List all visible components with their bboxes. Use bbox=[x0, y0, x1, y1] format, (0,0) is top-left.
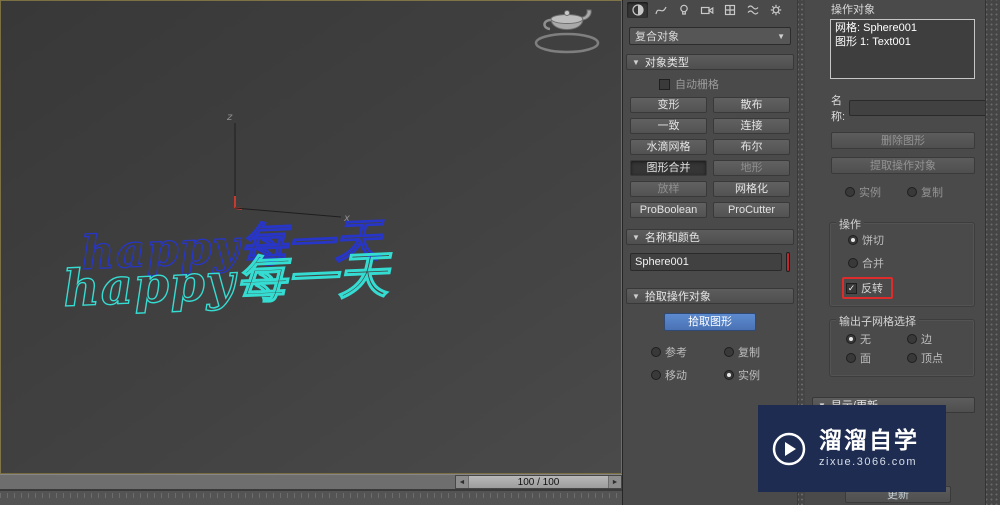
time-slider-handle[interactable]: ◄ 100 / 100 ► bbox=[455, 475, 622, 489]
caret-down-icon: ▼ bbox=[632, 291, 640, 301]
systems-icon bbox=[770, 4, 781, 16]
chevron-down-icon: ▼ bbox=[777, 31, 785, 41]
watermark-brand: 溜溜自学 bbox=[819, 427, 919, 454]
category-tab-cameras[interactable] bbox=[696, 2, 717, 18]
radio-move[interactable]: 移动 bbox=[651, 367, 724, 383]
delete-shape-button: 删除图形 bbox=[831, 132, 975, 149]
operation-group-label: 操作 bbox=[836, 216, 864, 232]
category-tab-helpers[interactable] bbox=[719, 2, 740, 18]
application-window: z x happy每一天 happy每一天 ◄ 100 / 100 ► 复合对象… bbox=[0, 0, 1000, 505]
radio-output-edge[interactable]: 边 bbox=[907, 331, 968, 347]
operand-name-row: 名称: bbox=[831, 92, 1000, 124]
radio-output-face[interactable]: 面 bbox=[846, 350, 907, 366]
cameras-icon bbox=[700, 6, 713, 15]
output-group-label: 输出子网格选择 bbox=[836, 313, 919, 329]
button-blobmesh[interactable]: 水滴网格 bbox=[630, 139, 707, 155]
caret-down-icon: ▼ bbox=[632, 57, 640, 67]
button-morph[interactable]: 变形 bbox=[630, 97, 707, 113]
operands-group-label: 操作对象 bbox=[831, 4, 875, 16]
lights-icon bbox=[679, 4, 688, 15]
button-conform[interactable]: 一致 bbox=[630, 118, 707, 134]
radio-reference[interactable]: 参考 bbox=[651, 344, 724, 360]
text-shape-cyan[interactable]: happy每一天 bbox=[61, 235, 390, 321]
watermark: 溜溜自学 zixue.3066.com bbox=[758, 405, 946, 492]
invert-annotation-box: ✓ 反转 bbox=[842, 277, 893, 299]
radio-copy[interactable]: 复制 bbox=[724, 344, 797, 360]
rollout-title: 对象类型 bbox=[644, 57, 689, 69]
axis-z-label: z bbox=[226, 112, 233, 123]
category-tab-lights[interactable] bbox=[673, 2, 694, 18]
operand-item[interactable]: 图形 1: Text001 bbox=[835, 35, 970, 49]
autogrid-label: 自动栅格 bbox=[675, 79, 719, 91]
category-tab-geometry[interactable] bbox=[627, 2, 648, 18]
viewport[interactable]: z x happy每一天 happy每一天 bbox=[0, 0, 622, 474]
button-scatter[interactable]: 散布 bbox=[713, 97, 790, 113]
button-procutter[interactable]: ProCutter bbox=[713, 202, 790, 218]
radio-output-none[interactable]: 无 bbox=[846, 331, 907, 347]
teapot-icon bbox=[529, 2, 604, 60]
extract-clone-row: 实例 复制 bbox=[845, 184, 985, 200]
radio-extract-copy: 复制 bbox=[907, 184, 969, 200]
category-tab-shapes[interactable] bbox=[650, 2, 671, 18]
object-type-grid: 变形 散布 一致 连接 水滴网格 布尔 图形合并 地形 放样 网格化 ProBo… bbox=[630, 97, 790, 218]
rollout-title: 名称和颜色 bbox=[644, 232, 700, 244]
button-boolean[interactable]: 布尔 bbox=[713, 139, 790, 155]
pick-shape-button[interactable]: 拾取图形 bbox=[664, 313, 756, 331]
category-dropdown-value: 复合对象 bbox=[635, 31, 679, 43]
time-slider[interactable]: ◄ 100 / 100 ► bbox=[0, 474, 622, 490]
operand-name-field[interactable] bbox=[849, 100, 1000, 116]
invert-checkbox[interactable]: ✓ 反转 bbox=[846, 280, 883, 296]
button-shapemerge[interactable]: 图形合并 bbox=[630, 160, 707, 176]
rollout-name-color[interactable]: ▼ 名称和颜色 bbox=[626, 229, 794, 245]
object-color-swatch[interactable] bbox=[786, 252, 790, 272]
helpers-icon bbox=[724, 4, 735, 16]
autogrid-checkbox: 自动栅格 bbox=[659, 76, 797, 92]
name-color-row bbox=[630, 252, 790, 272]
radio-extract-instance: 实例 bbox=[845, 184, 907, 200]
category-dropdown[interactable]: 复合对象 ▼ bbox=[629, 27, 791, 45]
radio-instance[interactable]: 实例 bbox=[724, 367, 797, 383]
operands-listbox[interactable]: 网格: Sphere001 图形 1: Text001 bbox=[830, 19, 975, 79]
pick-clone-row-2: 移动 实例 bbox=[651, 367, 797, 383]
watermark-url: zixue.3066.com bbox=[819, 456, 918, 469]
frame-back-icon[interactable]: ◄ bbox=[456, 476, 469, 488]
space-warps-icon bbox=[747, 5, 758, 15]
radio-cookie-cutter[interactable]: 饼切 bbox=[848, 232, 884, 248]
extract-operand-button: 提取操作对象 bbox=[831, 157, 975, 174]
create-category-tabs bbox=[623, 0, 797, 20]
shapes-icon bbox=[654, 6, 667, 15]
frame-forward-icon[interactable]: ► bbox=[608, 476, 621, 488]
category-tab-systems[interactable] bbox=[765, 2, 786, 18]
object-name-input[interactable] bbox=[630, 253, 782, 271]
panel-resize-scrollbar[interactable] bbox=[985, 0, 1000, 505]
button-proboolean[interactable]: ProBoolean bbox=[630, 202, 707, 218]
checkbox-icon bbox=[659, 78, 670, 90]
track-bar[interactable] bbox=[0, 490, 622, 505]
play-circle-icon bbox=[772, 432, 806, 465]
button-mesher[interactable]: 网格化 bbox=[713, 181, 790, 197]
radio-output-vertex[interactable]: 顶点 bbox=[907, 350, 968, 366]
button-terrain: 地形 bbox=[713, 160, 790, 176]
category-tab-space-warps[interactable] bbox=[742, 2, 763, 18]
caret-down-icon: ▼ bbox=[632, 232, 640, 242]
button-connect[interactable]: 连接 bbox=[713, 118, 790, 134]
rollout-title: 拾取操作对象 bbox=[644, 291, 711, 303]
operand-item[interactable]: 网格: Sphere001 bbox=[835, 21, 970, 35]
pick-clone-row-1: 参考 复制 bbox=[651, 344, 797, 360]
output-submesh-group: 输出子网格选择 无 边 面 顶点 bbox=[829, 313, 975, 377]
rollout-pick-operand[interactable]: ▼ 拾取操作对象 bbox=[626, 288, 794, 304]
operand-name-label: 名称: bbox=[831, 95, 846, 123]
rollout-object-type[interactable]: ▼ 对象类型 bbox=[626, 54, 794, 70]
radio-merge[interactable]: 合并 bbox=[848, 255, 884, 271]
geometry-icon bbox=[631, 4, 644, 16]
frame-indicator: 100 / 100 bbox=[517, 476, 560, 488]
operation-group: 操作 饼切 合并 ✓ 反转 bbox=[829, 216, 975, 307]
check-icon: ✓ bbox=[846, 282, 857, 294]
button-loft: 放样 bbox=[630, 181, 707, 197]
